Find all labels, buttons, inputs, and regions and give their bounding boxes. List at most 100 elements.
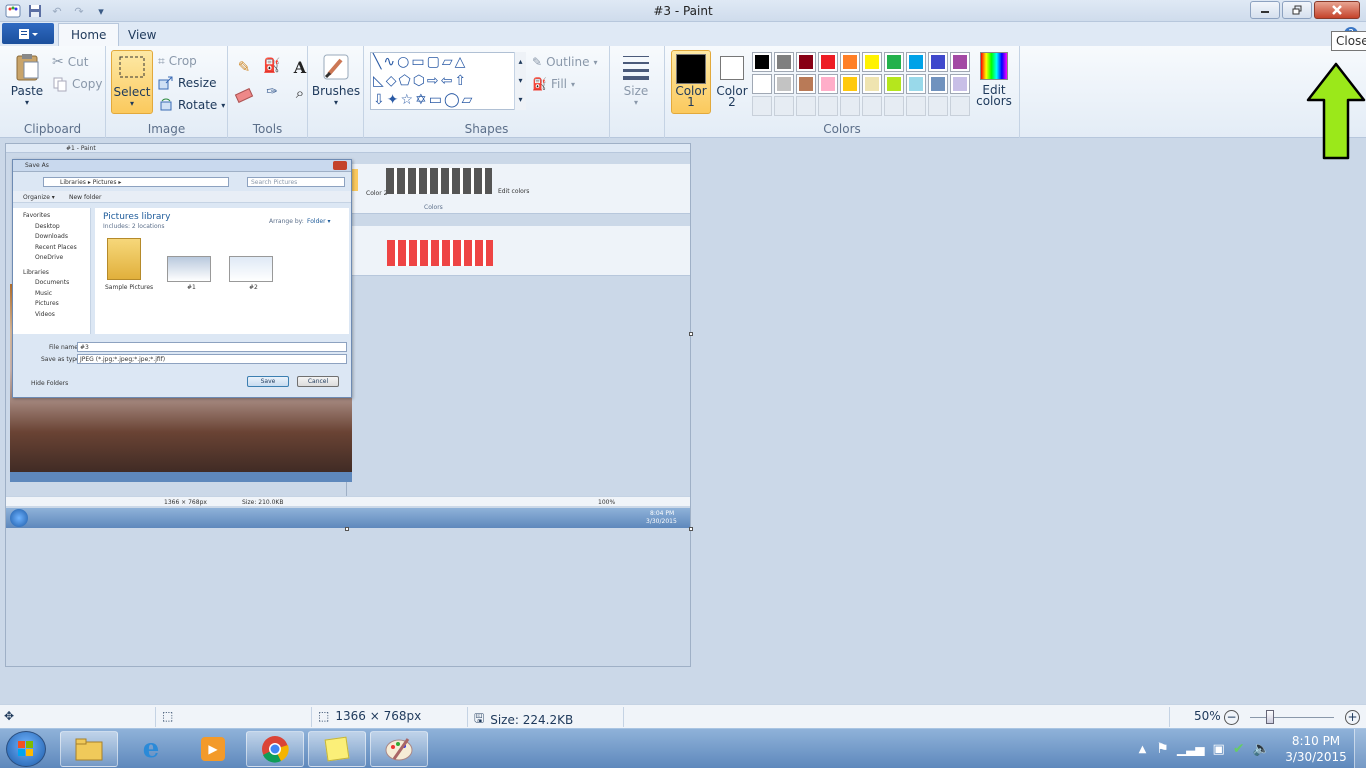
new-folder-button[interactable]: New folder	[69, 194, 101, 201]
nav-item[interactable]: Favorites	[23, 212, 50, 219]
palette-swatch[interactable]	[928, 52, 948, 72]
taskbar-sticky-notes[interactable]	[308, 731, 366, 767]
nav-item[interactable]: Videos	[35, 311, 55, 318]
canvas-resize-handle-bottom[interactable]	[345, 527, 349, 531]
palette-swatch[interactable]	[774, 74, 794, 94]
palette-swatch[interactable]	[884, 74, 904, 94]
select-button[interactable]: Select ▾	[111, 50, 153, 114]
taskbar-explorer[interactable]	[60, 731, 118, 767]
nav-item[interactable]: Libraries	[23, 269, 49, 276]
close-button[interactable]	[1314, 1, 1360, 19]
arrange-by-value[interactable]: Folder ▾	[307, 218, 330, 225]
cancel-button[interactable]: Cancel	[297, 376, 339, 387]
file-sample-pictures[interactable]: Sample Pictures	[105, 284, 153, 291]
file-menu-button[interactable]	[2, 23, 54, 44]
palette-swatch[interactable]	[928, 74, 948, 94]
nav-item[interactable]: Recent Places	[35, 244, 77, 251]
shapes-gallery[interactable]: ╲∿○▭▢▱△ ◺◇⬠⬡⇨⇦⇧ ⇩✦☆✡▭◯▱	[370, 52, 526, 110]
nav-item[interactable]: Music	[35, 290, 52, 297]
nav-item[interactable]: Desktop	[35, 223, 60, 230]
canvas-resize-handle-corner[interactable]	[689, 527, 693, 531]
crop-button[interactable]: ⌗ Crop	[158, 51, 197, 71]
color1-button[interactable]: Color 1	[671, 50, 711, 114]
taskbar-paint[interactable]	[370, 731, 428, 767]
palette-swatch[interactable]	[862, 74, 882, 94]
palette-swatch-empty[interactable]	[928, 96, 948, 116]
color2-button[interactable]: Color 2	[715, 53, 749, 109]
canvas-area[interactable]: #1 - Paint Color 2 Edit colors Colors Sa	[0, 138, 1366, 704]
restore-button[interactable]	[1282, 1, 1312, 19]
network-signal-icon[interactable]: ▁▃▅	[1177, 742, 1205, 756]
palette-swatch-empty[interactable]	[884, 96, 904, 116]
palette-swatch[interactable]	[840, 74, 860, 94]
nav-item[interactable]: Documents	[35, 279, 69, 286]
hide-folders-button[interactable]: Hide Folders	[31, 380, 68, 387]
zoom-slider[interactable]	[1250, 717, 1334, 718]
canvas-resize-handle-right[interactable]	[689, 332, 693, 336]
palette-swatch[interactable]	[884, 52, 904, 72]
palette-swatch[interactable]	[906, 52, 926, 72]
save-type-select[interactable]: JPEG (*.jpg;*.jpeg;*.jpe;*.jfif)	[77, 354, 347, 364]
pencil-icon[interactable]: ✎	[232, 58, 256, 80]
save-as-search[interactable]: Search Pictures	[247, 177, 345, 187]
device-icon[interactable]: ▣	[1213, 742, 1225, 757]
palette-swatch-empty[interactable]	[840, 96, 860, 116]
paste-button[interactable]: Paste ▾	[8, 52, 46, 107]
eraser-icon[interactable]	[232, 84, 256, 106]
show-hidden-icons-icon[interactable]: ▲	[1139, 744, 1147, 755]
palette-swatch[interactable]	[818, 74, 838, 94]
copy-button[interactable]: Copy	[52, 74, 102, 94]
organize-button[interactable]: Organize ▾	[23, 194, 55, 201]
palette-swatch[interactable]	[752, 52, 772, 72]
taskbar-chrome[interactable]	[246, 731, 304, 767]
zoom-in-button[interactable]: +	[1345, 710, 1360, 725]
palette-swatch[interactable]	[950, 74, 970, 94]
brushes-button[interactable]: Brushes ▾	[312, 52, 360, 107]
palette-swatch[interactable]	[796, 52, 816, 72]
fill-bucket-icon[interactable]: ⛽	[260, 58, 284, 80]
color-picker-icon[interactable]: ✑	[260, 84, 284, 106]
nav-item[interactable]: Downloads	[35, 233, 68, 240]
palette-swatch[interactable]	[950, 52, 970, 72]
clock[interactable]: 8:10 PM 3/30/2015	[1278, 733, 1354, 765]
palette-swatch[interactable]	[774, 52, 794, 72]
palette-swatch-empty[interactable]	[752, 96, 772, 116]
palette-swatch-empty[interactable]	[774, 96, 794, 116]
tab-view[interactable]: View	[116, 23, 168, 46]
nav-item[interactable]: Pictures	[35, 300, 59, 307]
save-button[interactable]: Save	[247, 376, 289, 387]
start-button[interactable]	[6, 731, 46, 767]
outline-button[interactable]: ✎ Outline ▾	[532, 52, 598, 72]
size-button[interactable]: Size ▾	[614, 52, 658, 107]
palette-swatch-empty[interactable]	[818, 96, 838, 116]
show-desktop-button[interactable]	[1354, 729, 1366, 768]
nav-item[interactable]: OneDrive	[35, 254, 63, 261]
resize-button[interactable]: Resize	[158, 73, 216, 93]
palette-swatch[interactable]	[906, 74, 926, 94]
file-1[interactable]: #1	[187, 284, 196, 291]
palette-swatch[interactable]	[796, 74, 816, 94]
canvas-image[interactable]: #1 - Paint Color 2 Edit colors Colors Sa	[5, 143, 691, 667]
minimize-button[interactable]	[1250, 1, 1280, 19]
fill-button[interactable]: ⛽ Fill ▾	[532, 74, 575, 94]
edit-colors-button[interactable]: Edit colors	[974, 52, 1014, 108]
zoom-slider-thumb[interactable]	[1266, 710, 1274, 724]
rotate-button[interactable]: Rotate ▾	[158, 95, 225, 115]
palette-swatch[interactable]	[818, 52, 838, 72]
palette-swatch[interactable]	[752, 74, 772, 94]
zoom-out-button[interactable]: −	[1224, 710, 1239, 725]
file-name-field[interactable]: #3	[77, 342, 347, 352]
security-shield-icon[interactable]: ✔	[1233, 741, 1245, 757]
volume-icon[interactable]: 🔈	[1253, 741, 1270, 757]
taskbar-media-player[interactable]: ▶	[184, 731, 242, 767]
shapes-scroll[interactable]: ▴ ▾ ▾	[514, 52, 526, 110]
palette-swatch-empty[interactable]	[862, 96, 882, 116]
palette-swatch-empty[interactable]	[906, 96, 926, 116]
taskbar-ie[interactable]: e	[122, 731, 180, 767]
tab-home[interactable]: Home	[58, 23, 120, 46]
cut-button[interactable]: ✂ Cut	[52, 52, 88, 72]
palette-swatch[interactable]	[840, 52, 860, 72]
palette-swatch[interactable]	[862, 52, 882, 72]
palette-swatch-empty[interactable]	[796, 96, 816, 116]
save-as-close-button[interactable]	[333, 161, 347, 170]
